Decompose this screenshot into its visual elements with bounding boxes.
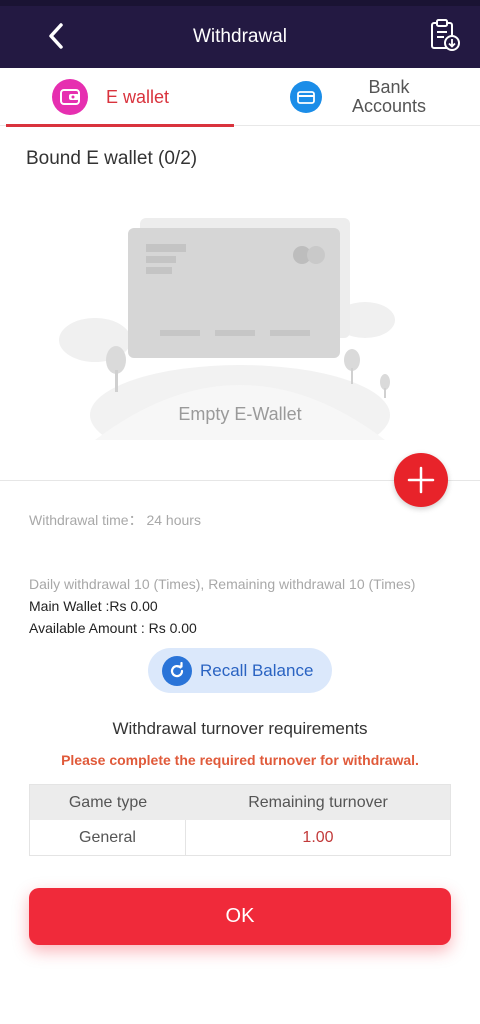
turnover-title: Withdrawal turnover requirements <box>112 719 368 738</box>
back-button[interactable] <box>40 20 72 52</box>
refresh-icon <box>162 655 192 686</box>
empty-wallet-text: Empty E-Wallet <box>178 404 302 424</box>
bank-card-icon <box>290 81 322 113</box>
page-title: Withdrawal <box>193 26 287 47</box>
available-amount: Available Amount : Rs 0.00 <box>29 620 197 636</box>
turnover-warning: Please complete the required turnover fo… <box>61 752 419 768</box>
recall-balance-label: Recall Balance <box>200 660 314 680</box>
column-header-remaining-turnover: Remaining turnover <box>248 793 388 811</box>
tab-e-wallet-label: E wallet <box>106 86 170 107</box>
wallet-icon <box>52 79 88 115</box>
bound-e-wallet-count: Bound E wallet (0/2) <box>26 148 198 169</box>
plus-icon <box>407 466 435 494</box>
ok-button[interactable]: OK <box>29 888 451 945</box>
withdrawal-history-button[interactable] <box>428 18 462 54</box>
tab-e-wallet[interactable]: E wallet <box>6 68 234 127</box>
recall-balance-button[interactable]: Recall Balance <box>148 648 332 693</box>
table-row: General 1.00 <box>30 820 450 855</box>
game-type-cell: General <box>30 820 186 855</box>
chevron-left-icon <box>49 23 63 49</box>
daily-withdrawal-info: Daily withdrawal 10 (Times), Remaining w… <box>29 576 416 592</box>
active-tab-indicator <box>6 124 234 127</box>
wallet-tabs: E wallet Bank Accounts <box>0 68 480 127</box>
clipboard-download-icon <box>431 19 460 51</box>
remaining-turnover-cell: 1.00 <box>302 828 334 846</box>
withdrawal-time: Withdrawal time： 24 hours <box>29 512 201 528</box>
turnover-table: Game type Remaining turnover General 1.0… <box>29 784 451 856</box>
column-header-game-type: Game type <box>68 793 148 811</box>
top-bar: Withdrawal <box>0 6 480 68</box>
tab-bank-accounts-label: Bank Accounts <box>351 77 427 116</box>
table-header: Game type Remaining turnover <box>30 785 450 820</box>
add-e-wallet-button[interactable] <box>394 453 448 507</box>
main-wallet-balance: Main Wallet :Rs 0.00 <box>29 598 158 614</box>
tab-bank-accounts[interactable]: Bank Accounts <box>240 68 480 126</box>
